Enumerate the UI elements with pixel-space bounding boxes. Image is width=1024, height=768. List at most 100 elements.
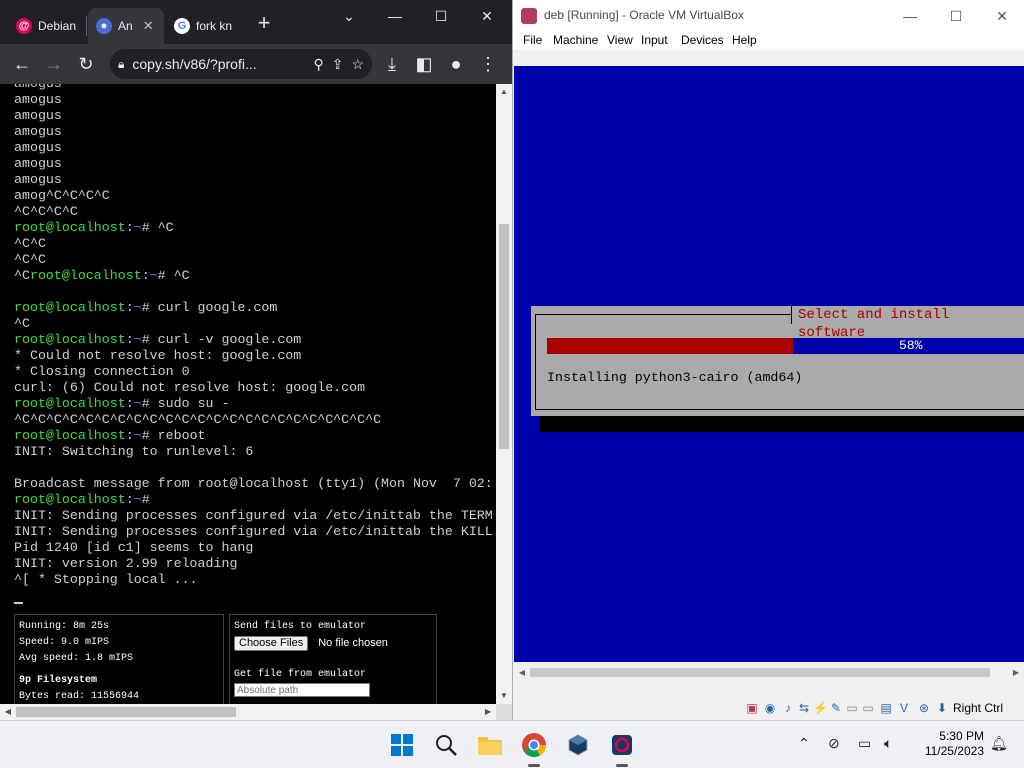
volume-icon[interactable]: 🔈︎: [884, 735, 892, 752]
usb-icon[interactable]: ⚡: [813, 700, 828, 716]
choose-files-button[interactable]: Choose Files: [234, 636, 309, 651]
scroll-left-icon[interactable]: ◀: [0, 704, 16, 720]
reload-icon[interactable]: ↻: [74, 52, 98, 76]
vbox-maximize-icon[interactable]: ☐: [941, 6, 971, 26]
display-icon[interactable]: ▭: [845, 700, 859, 716]
horizontal-scrollbar[interactable]: ◀ ▶: [0, 704, 496, 720]
progress-label: 58%: [899, 338, 923, 353]
scroll-right-icon[interactable]: ▶: [480, 704, 496, 720]
shared-folders-icon[interactable]: ✎: [829, 700, 843, 716]
maximize-icon[interactable]: ☐: [426, 6, 456, 26]
back-icon[interactable]: ←: [10, 52, 34, 76]
download-icon[interactable]: ⤓: [380, 52, 404, 76]
vm-scroll-thumb[interactable]: [530, 668, 990, 677]
zoom-icon[interactable]: ⚲: [313, 56, 323, 73]
address-bar[interactable]: 🔒︎ copy.sh/v86/?profi... ⚲ ⇪ ☆: [110, 49, 372, 79]
vbox-minimize-icon[interactable]: —: [895, 6, 925, 26]
terminal-text: amogus: [14, 156, 62, 171]
terminal-text: ~: [133, 428, 142, 443]
terminal-text: ^C: [14, 316, 30, 331]
terminal-screen[interactable]: amogus amogus amogus amogus amogus amogu…: [0, 84, 496, 606]
terminal-line: amogus: [14, 108, 62, 123]
keyboard-capture-icon[interactable]: ⬇: [935, 700, 949, 716]
close-tab-icon[interactable]: ✕: [143, 18, 154, 34]
vbox-title-bar[interactable]: deb [Running] - Oracle VM VirtualBox — ☐…: [513, 0, 1024, 31]
dialog-frame: [535, 314, 1024, 410]
terminal-text: amogus: [14, 84, 62, 91]
network-icon[interactable]: ⇆: [797, 700, 811, 716]
menu-devices[interactable]: Devices: [681, 33, 724, 47]
terminal-text: Broadcast message from root@localhost (t…: [14, 476, 493, 491]
virtualbox-taskbar-button[interactable]: [562, 729, 594, 761]
minimize-icon[interactable]: —: [380, 6, 410, 26]
terminal-line: INIT: Switching to runlevel: 6: [14, 444, 253, 459]
scroll-down-icon[interactable]: ▼: [496, 688, 512, 704]
scroll-up-icon[interactable]: ▲: [496, 84, 512, 100]
vt-x-icon[interactable]: V: [897, 700, 911, 716]
url-text[interactable]: copy.sh/v86/?profi...: [132, 56, 305, 72]
clock-time: 5:30 PM: [939, 729, 984, 743]
menu-help[interactable]: Help: [732, 33, 757, 47]
chrome-taskbar-button[interactable]: [518, 729, 550, 767]
menu-file[interactable]: File: [523, 33, 542, 47]
horizontal-scroll-thumb[interactable]: [16, 707, 236, 717]
tab-search-icon[interactable]: ⌄: [334, 6, 364, 26]
menu-kebab-icon[interactable]: ⋮: [476, 52, 500, 76]
tab-separator: [86, 16, 87, 36]
network-disconnected-icon[interactable]: ⊘: [828, 735, 840, 752]
menu-view[interactable]: View: [607, 33, 633, 47]
mouse-integration-icon[interactable]: ⊛: [917, 700, 931, 716]
terminal-line: root@localhost:~# reboot: [14, 428, 206, 443]
vm-horizontal-scrollbar[interactable]: ◀ ▶: [514, 664, 1024, 681]
menu-input[interactable]: Input: [641, 33, 668, 47]
vertical-scrollbar[interactable]: ▲ ▼: [496, 84, 512, 704]
vertical-scroll-thumb[interactable]: [499, 224, 509, 449]
cpu-icon[interactable]: ▤: [879, 700, 893, 716]
tab-active[interactable]: ● An ✕: [88, 8, 164, 44]
terminal-line: amogus: [14, 140, 62, 155]
shell-prompt: root@localhost: [14, 300, 126, 315]
windows-taskbar: ⌃ ⊘ ▭ 🔈︎ 5:30 PM 11/25/2023 🔔︎: [0, 720, 1024, 768]
terminal-line: * Could not resolve host: google.com: [14, 348, 301, 363]
vm-scroll-right-icon[interactable]: ▶: [1008, 664, 1024, 681]
terminal-line: Pid 1240 [id c1] seems to hang: [14, 540, 253, 555]
installer-dialog: Select and install software 58% Installi…: [531, 306, 1024, 416]
battery-icon[interactable]: ▭: [858, 735, 871, 752]
notification-bell-icon[interactable]: 🔔︎: [990, 735, 1008, 752]
file-explorer-button[interactable]: [474, 729, 506, 761]
recording-icon[interactable]: ▭: [861, 700, 875, 716]
share-icon[interactable]: ⇪: [332, 56, 344, 73]
search-button[interactable]: [430, 729, 462, 761]
terminal-line: amogus: [14, 84, 62, 91]
optical-drive-icon[interactable]: ◉: [763, 700, 777, 716]
terminal-line: amogus: [14, 172, 62, 187]
vm-scroll-left-icon[interactable]: ◀: [514, 664, 530, 681]
new-tab-button[interactable]: +: [252, 12, 276, 36]
tab-debian[interactable]: @ Debian: [8, 8, 84, 44]
terminal-text: :: [125, 396, 134, 411]
absolute-path-input[interactable]: [234, 683, 370, 697]
terminal-text: # reboot: [141, 428, 206, 443]
menu-machine[interactable]: Machine: [553, 33, 598, 47]
bookmark-star-icon[interactable]: ☆: [351, 56, 364, 73]
close-icon[interactable]: ✕: [472, 6, 502, 26]
hard-disk-icon[interactable]: ▣: [745, 700, 759, 716]
side-panel-icon[interactable]: ◧: [412, 52, 436, 76]
lock-icon[interactable]: 🔒︎: [118, 57, 124, 72]
terminal-line: ^C^C^C^C^C^C^C^C^C^C^C^C^C^C^C^C^C^C^C^C…: [14, 412, 381, 427]
terminal-text: :: [125, 492, 134, 507]
vm-display[interactable]: Select and install software 58% Installi…: [514, 66, 1024, 662]
tab-google[interactable]: G fork kn: [166, 8, 246, 44]
running-time: Running: 8m 25s: [19, 621, 110, 632]
search-icon: [436, 735, 457, 756]
show-hidden-icons[interactable]: ⌃: [798, 735, 810, 752]
audio-icon[interactable]: ♪: [781, 700, 795, 716]
terminal-text: amogus: [14, 108, 62, 123]
terminal-text: # curl google.com: [141, 300, 278, 315]
vm-taskbar-button[interactable]: [606, 729, 638, 767]
system-clock[interactable]: 5:30 PM 11/25/2023: [914, 729, 984, 759]
start-button[interactable]: [386, 729, 418, 761]
vbox-close-icon[interactable]: ✕: [987, 6, 1017, 26]
profile-icon[interactable]: ●: [444, 52, 468, 76]
forward-icon[interactable]: →: [42, 52, 66, 76]
